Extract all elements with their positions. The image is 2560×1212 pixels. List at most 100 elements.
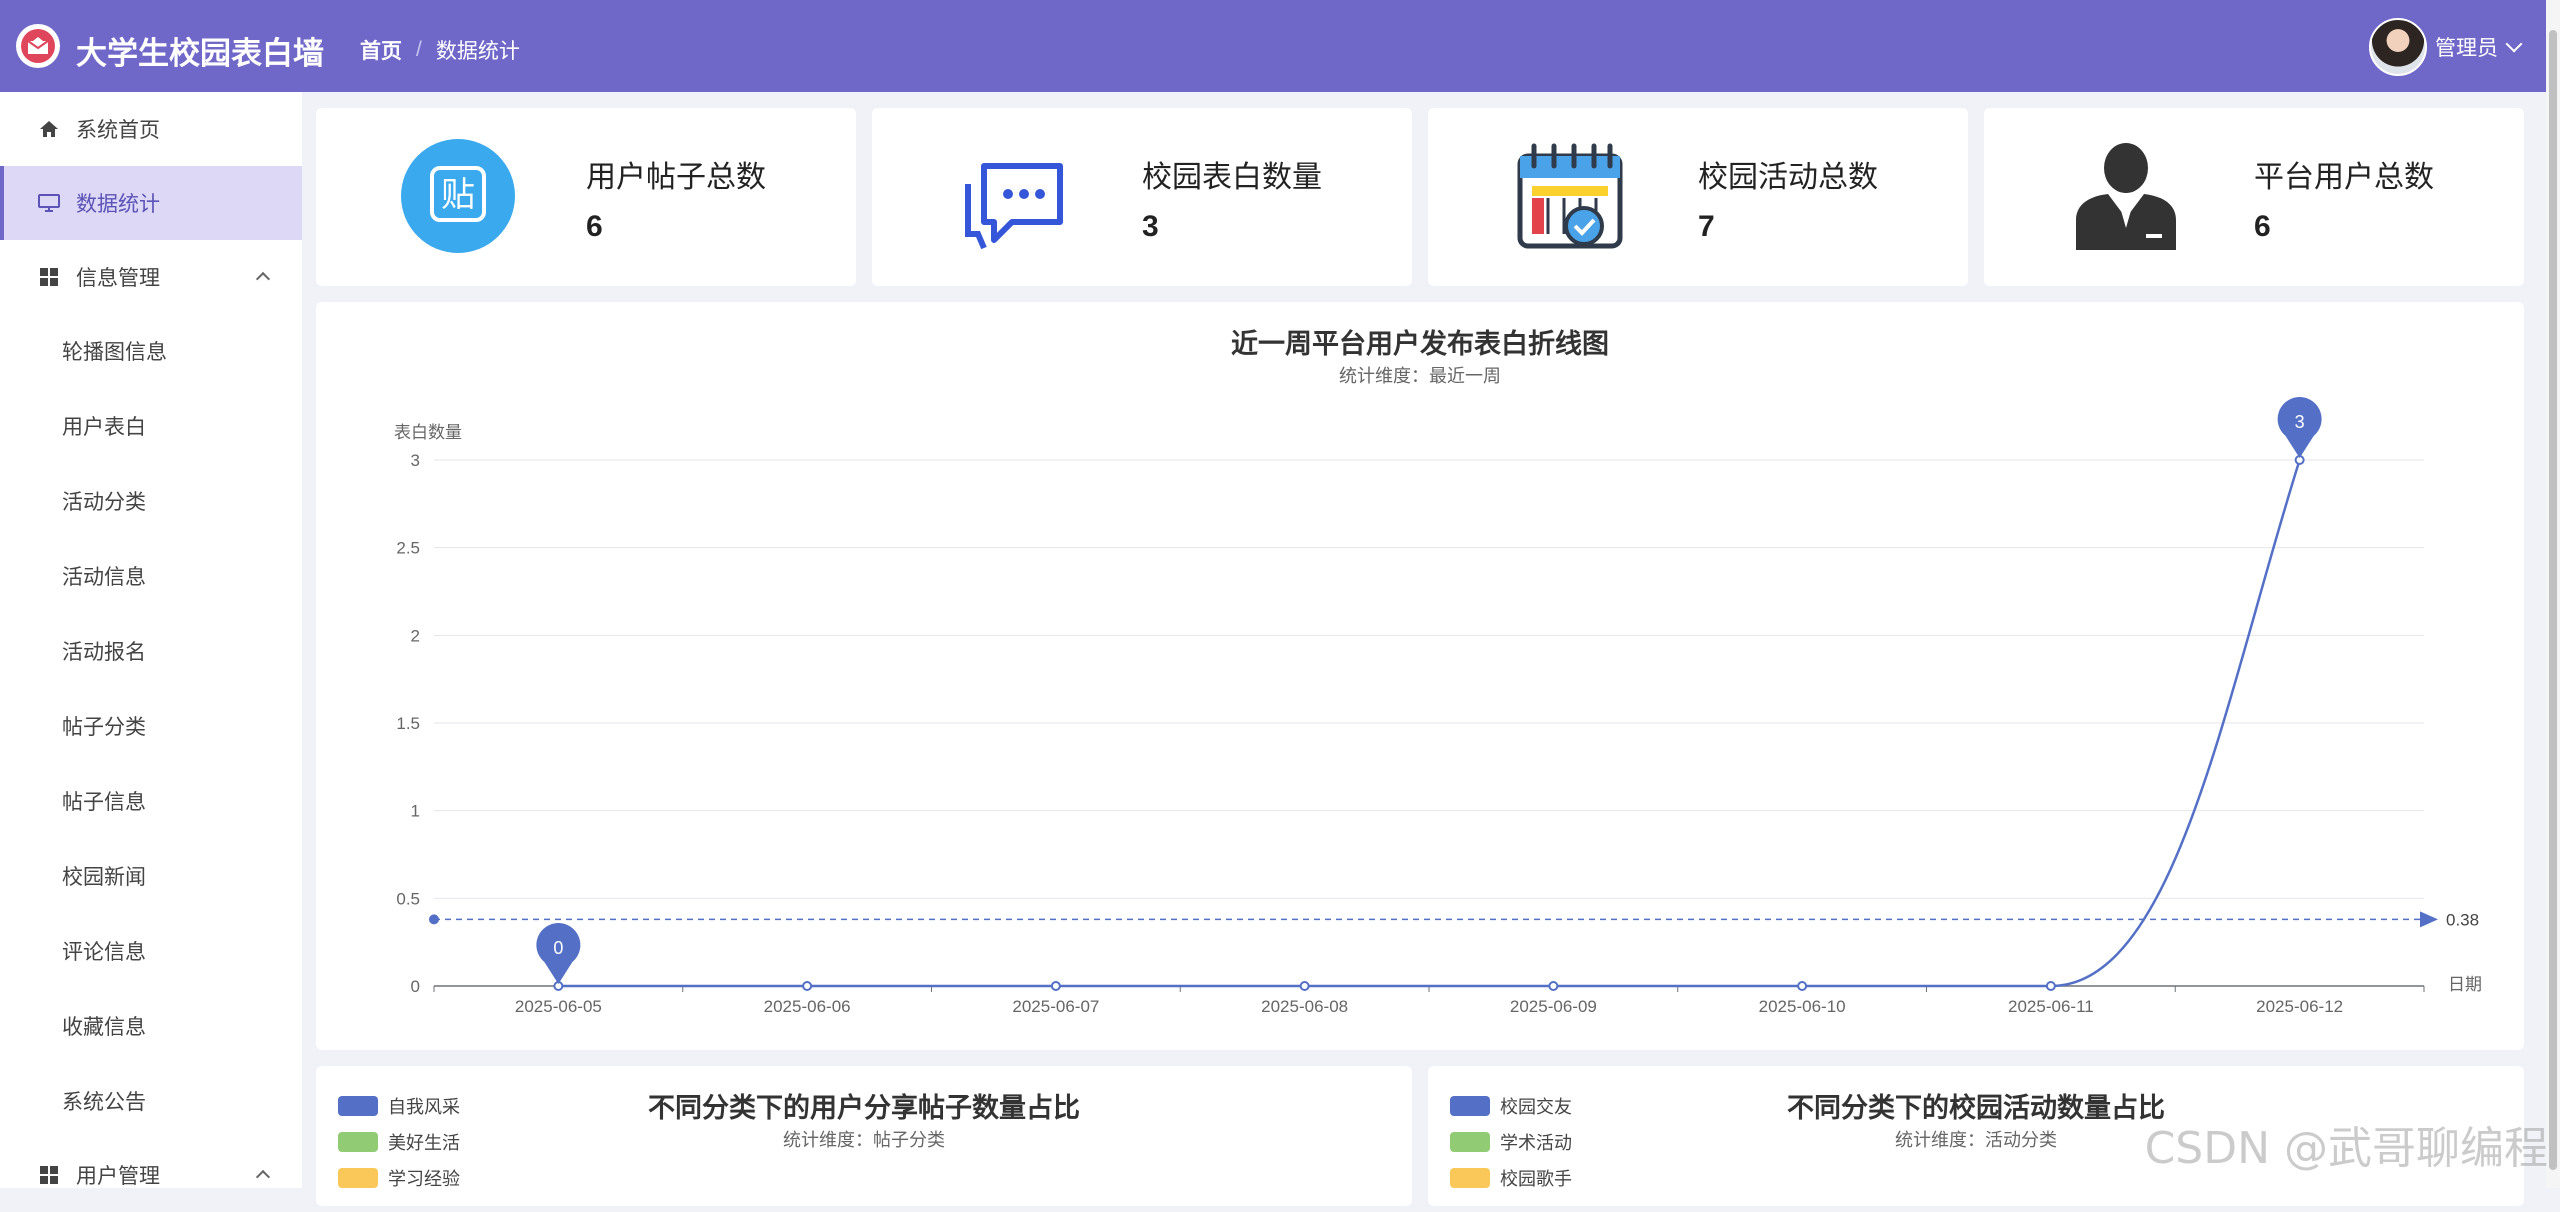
average-label: 0.38	[2446, 910, 2479, 929]
post-icon: 贴	[396, 134, 520, 258]
sidebar-item-home[interactable]: 系统首页	[0, 92, 302, 166]
average-line-arrow	[2420, 911, 2438, 927]
y-tick-label: 0	[411, 977, 420, 996]
legend-swatch	[1450, 1096, 1490, 1116]
envelope-icon	[21, 29, 55, 63]
chevron-up-icon	[256, 1170, 270, 1184]
y-axis-label: 表白数量	[394, 423, 462, 442]
chart-title: 不同分类下的用户分享帖子数量占比	[316, 1086, 1412, 1125]
legend-label: 校园歌手	[1500, 1165, 1572, 1191]
chevron-down-icon[interactable]	[2506, 36, 2523, 53]
sidebar-item-label: 系统首页	[76, 114, 160, 144]
legend-label: 自我风采	[388, 1093, 460, 1119]
grid-icon	[36, 264, 62, 290]
y-tick-label: 3	[411, 451, 420, 470]
sidebar-item-label: 轮播图信息	[62, 336, 167, 366]
svg-text:贴: 贴	[441, 175, 475, 215]
x-tick-label: 2025-06-07	[1012, 997, 1099, 1016]
legend-swatch	[338, 1168, 378, 1188]
user-name[interactable]: 管理员	[2435, 32, 2498, 62]
line-chart: 00.511.522.532025-06-052025-06-062025-06…	[316, 302, 2524, 1050]
pie-chart-panel-posts: 不同分类下的用户分享帖子数量占比 统计维度：帖子分类 自我风采 美好生活 学习经…	[316, 1066, 1412, 1206]
data-point	[1549, 982, 1557, 990]
sidebar-item-label: 活动分类	[62, 486, 146, 516]
breadcrumb-home[interactable]: 首页	[360, 35, 402, 65]
legend-label: 校园交友	[1500, 1093, 1572, 1119]
stat-card-confessions: 校园表白数量 3	[872, 108, 1412, 286]
legend-item[interactable]: 自我风采	[338, 1088, 460, 1124]
legend-label: 美好生活	[388, 1129, 460, 1155]
chevron-up-icon	[256, 272, 270, 286]
y-tick-label: 1	[411, 802, 420, 821]
stat-card-activities: 校园活动总数 7	[1428, 108, 1968, 286]
sidebar-item-confessions[interactable]: 用户表白	[0, 389, 302, 463]
sidebar-item-label: 帖子分类	[62, 711, 146, 741]
legend-swatch	[1450, 1132, 1490, 1152]
data-point	[1052, 982, 1060, 990]
sidebar-item-activity-info[interactable]: 活动信息	[0, 539, 302, 613]
user-icon	[2064, 134, 2188, 258]
stat-value: 6	[586, 210, 603, 244]
data-point	[803, 982, 811, 990]
sidebar-item-label: 用户表白	[62, 411, 146, 441]
sidebar-item-label: 活动信息	[62, 561, 146, 591]
stat-value: 3	[1142, 210, 1159, 244]
legend-swatch	[338, 1096, 378, 1116]
legend-item[interactable]: 校园交友	[1450, 1088, 1572, 1124]
top-header: 大学生校园表白墙 首页 / 数据统计 管理员	[0, 0, 2560, 92]
x-tick-label: 2025-06-06	[764, 997, 851, 1016]
sidebar-item-activity-signup[interactable]: 活动报名	[0, 614, 302, 688]
data-point	[2047, 982, 2055, 990]
x-tick-label: 2025-06-10	[1759, 997, 1846, 1016]
sidebar-item-carousel[interactable]: 轮播图信息	[0, 314, 302, 388]
sidebar-item-campus-news[interactable]: 校园新闻	[0, 839, 302, 913]
app-title: 大学生校园表白墙	[76, 28, 324, 73]
x-tick-label: 2025-06-05	[515, 997, 602, 1016]
legend-item[interactable]: 学术活动	[1450, 1124, 1572, 1160]
page-scrollbar[interactable]	[2546, 0, 2560, 1188]
legend-item[interactable]: 学习经验	[338, 1160, 460, 1196]
stat-label: 平台用户总数	[2254, 152, 2434, 196]
legend-label: 学术活动	[1500, 1129, 1572, 1155]
sidebar-item-label: 数据统计	[76, 188, 160, 218]
watermark: CSDN @武哥聊编程	[2145, 1112, 2548, 1176]
stat-card-users: 平台用户总数 6	[1984, 108, 2524, 286]
chart-subtitle: 统计维度：帖子分类	[316, 1126, 1412, 1152]
breadcrumb: 首页 / 数据统计	[360, 35, 520, 65]
data-point	[1301, 982, 1309, 990]
breadcrumb-separator: /	[416, 38, 422, 62]
sidebar-group-info-management[interactable]: 信息管理	[0, 240, 302, 314]
app-logo[interactable]	[16, 24, 60, 68]
monitor-icon	[36, 190, 62, 216]
sidebar-item-post-info[interactable]: 帖子信息	[0, 764, 302, 838]
stat-value: 6	[2254, 210, 2271, 244]
sidebar-item-label: 评论信息	[62, 936, 146, 966]
legend-swatch	[338, 1132, 378, 1152]
x-tick-label: 2025-06-12	[2256, 997, 2343, 1016]
chat-icon	[952, 134, 1076, 258]
sidebar-item-comments[interactable]: 评论信息	[0, 914, 302, 988]
sidebar-item-favorites[interactable]: 收藏信息	[0, 989, 302, 1063]
legend-item[interactable]: 美好生活	[338, 1124, 460, 1160]
calendar-icon	[1508, 134, 1632, 258]
sidebar-item-announcements[interactable]: 系统公告	[0, 1064, 302, 1138]
user-menu[interactable]: 管理员	[2369, 18, 2520, 76]
sidebar-item-post-category[interactable]: 帖子分类	[0, 689, 302, 763]
data-point	[1798, 982, 1806, 990]
home-icon	[36, 116, 62, 142]
stat-label: 校园表白数量	[1142, 152, 1322, 196]
sidebar-item-activity-category[interactable]: 活动分类	[0, 464, 302, 538]
breadcrumb-current: 数据统计	[436, 35, 520, 65]
x-tick-label: 2025-06-08	[1261, 997, 1348, 1016]
sidebar-item-label: 活动报名	[62, 636, 146, 666]
scrollbar-thumb[interactable]	[2549, 30, 2557, 1170]
line-chart-panel: 近一周平台用户发布表白折线图 统计维度：最近一周 00.511.522.5320…	[316, 302, 2524, 1050]
sidebar-item-label: 用户管理	[76, 1160, 160, 1190]
stat-card-posts: 贴 用户帖子总数 6	[316, 108, 856, 286]
avatar[interactable]	[2369, 18, 2427, 76]
sidebar-item-label: 收藏信息	[62, 1011, 146, 1041]
stat-value: 7	[1698, 210, 1715, 244]
sidebar-group-user-management[interactable]: 用户管理	[0, 1138, 302, 1212]
legend-item[interactable]: 校园歌手	[1450, 1160, 1572, 1196]
sidebar-item-statistics[interactable]: 数据统计	[0, 166, 302, 240]
